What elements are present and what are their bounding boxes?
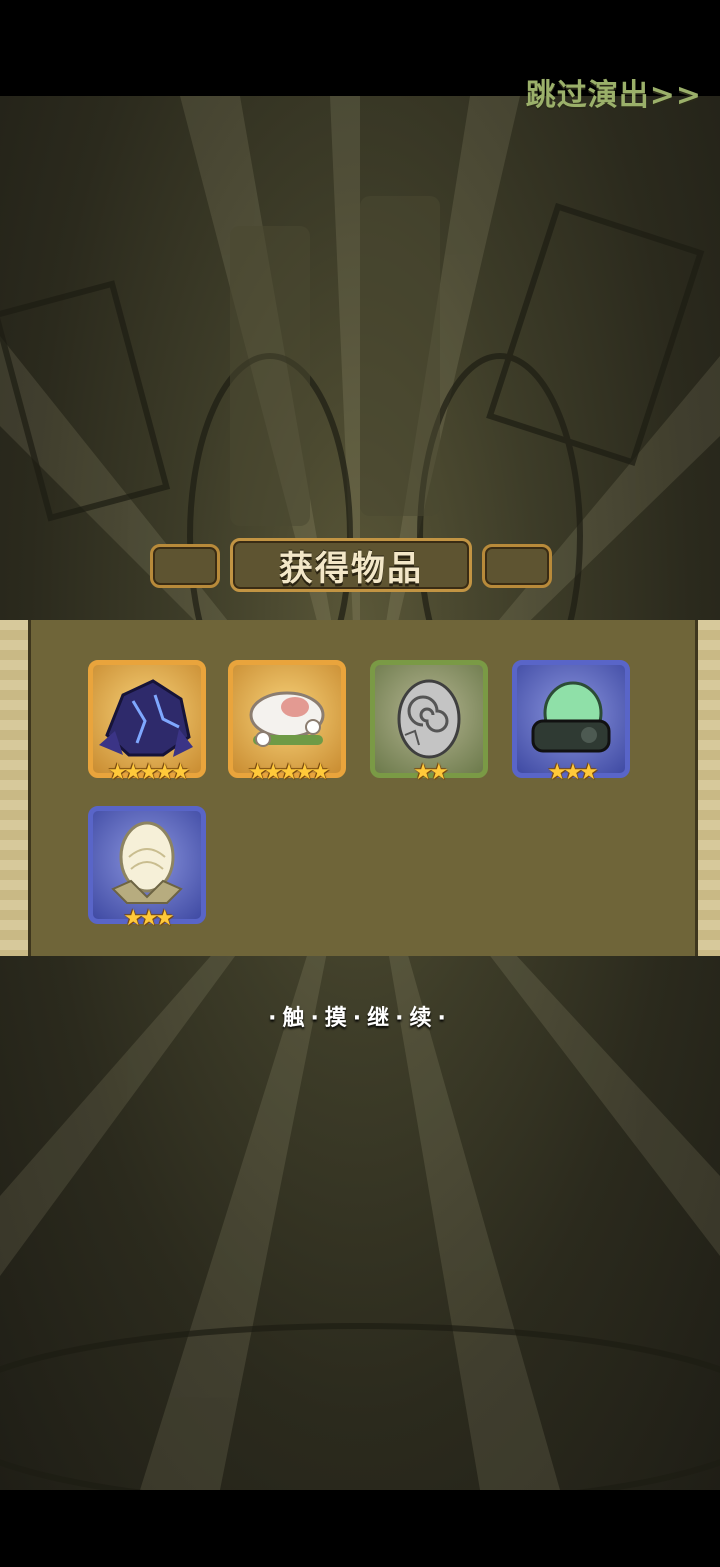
title-left-ornament [150,544,220,588]
rarity-stars: ★★★★★ [107,760,191,785]
tap-to-continue-hint: ·触·摸·继·续· [268,1006,452,1031]
rarity-stars: ★★ [413,760,448,785]
white-lotus-egg-icon [111,821,183,904]
skip-animation-button[interactable]: 跳过演出>> [526,70,702,114]
reward-item-purple-crystal-egg[interactable]: ★★★★★ [88,660,206,785]
cloud-flower-egg-icon [249,691,325,747]
reward-item-cloud-flower-egg[interactable]: ★★★★★ [228,660,346,785]
rarity-stars: ★★★ [547,760,598,785]
purple-crystal-egg-icon [99,679,193,757]
bottom-black-bar [0,1490,720,1567]
dialog-title: 获得物品 [279,548,423,589]
reward-item-gray-spiral-egg[interactable]: ★★ [370,660,488,785]
reward-title-bar: 获得物品 [150,538,552,592]
panel-left-edge [0,620,28,956]
title-right-ornament [482,544,552,588]
rarity-stars: ★★★★★ [247,760,331,785]
title-plate: 获得物品 [230,538,472,592]
rarity-stars: ★★★ [123,906,174,931]
gray-spiral-egg-icon [397,679,461,759]
reward-item-green-slime-egg[interactable]: ★★★ [512,660,630,785]
green-slime-egg-icon [531,681,611,753]
reward-item-white-lotus-egg[interactable]: ★★★ [88,806,206,931]
